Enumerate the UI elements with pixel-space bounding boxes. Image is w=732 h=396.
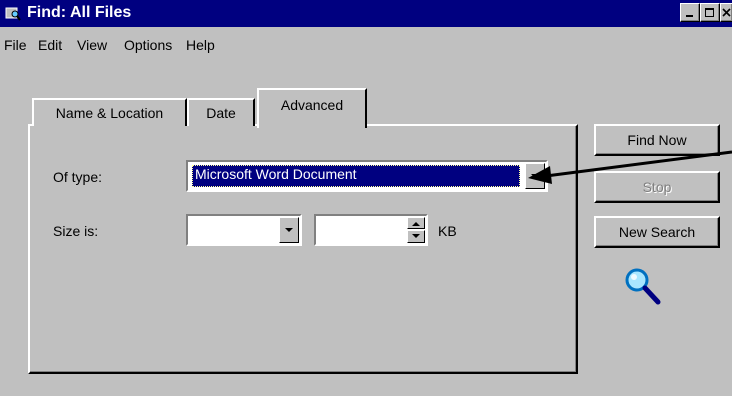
size-mode-dropdown-button[interactable] [279,217,299,243]
chevron-up-icon [412,221,420,226]
spin-down-button[interactable] [407,230,425,243]
new-search-button[interactable]: New Search [594,216,720,248]
size-amount-spinner[interactable] [314,214,428,246]
of-type-selected-value: Microsoft Word Document [192,165,520,187]
new-search-label: New Search [618,224,696,240]
tab-name-location[interactable]: Name & Location [32,98,187,126]
menu-file[interactable]: File [4,37,27,53]
chevron-down-icon [412,234,420,238]
tab-label: Name & Location [55,105,164,121]
find-window-icon [5,7,21,21]
maximize-button[interactable] [700,3,720,22]
tab-label: Advanced [280,97,344,113]
tab-advanced[interactable]: Advanced [257,88,367,128]
title-bar: Find: All Files [0,0,732,27]
of-type-label: Of type: [53,169,103,185]
tab-label: Date [206,105,236,121]
annotation-arrow [528,150,732,184]
of-type-dropdown[interactable]: Microsoft Word Document [186,160,548,192]
window-title: Find: All Files [27,4,132,21]
menu-options[interactable]: Options [124,37,172,53]
menu-help[interactable]: Help [186,37,215,53]
tab-date[interactable]: Date [187,98,255,126]
maximize-icon [705,7,714,17]
size-label: Size is: [53,223,99,239]
spinner-buttons [407,217,425,243]
menu-edit[interactable]: Edit [38,37,62,53]
close-icon [721,7,731,17]
close-button[interactable] [720,3,732,22]
spin-up-button[interactable] [407,217,425,229]
minimize-icon [686,14,693,17]
menu-bar: File Edit View Options Help [0,27,732,61]
menu-view[interactable]: View [77,37,107,53]
size-mode-dropdown[interactable] [186,214,302,246]
size-unit-label: KB [438,223,457,239]
minimize-button[interactable] [680,3,700,22]
find-now-label: Find Now [627,132,687,148]
chevron-down-icon [285,228,293,232]
magnifier-icon [625,268,661,305]
